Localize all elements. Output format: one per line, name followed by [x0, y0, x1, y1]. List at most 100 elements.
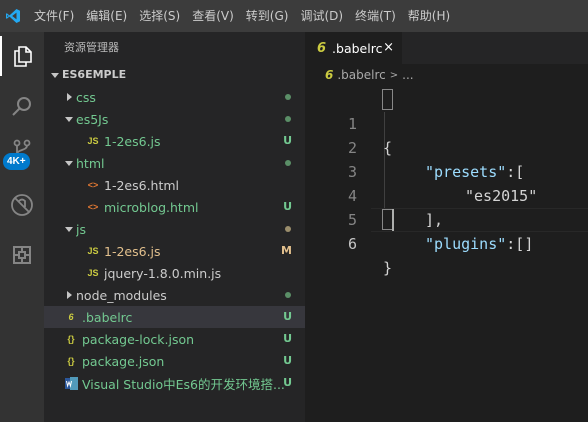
search-icon[interactable] [0, 86, 44, 126]
git-status-badge: U [283, 134, 292, 147]
menu-go[interactable]: 转到(G) [240, 0, 295, 32]
code-line: 3 "es2015" [305, 136, 588, 205]
babel-file-icon: 6 [325, 68, 334, 82]
folder-status-dot [285, 160, 291, 166]
tree-item-label: microblog.html [104, 199, 199, 215]
workspace-section-header[interactable]: ES6EMPLE [44, 64, 305, 86]
explorer-sidebar: 资源管理器 ES6EMPLE css es5Js JS 1-2es6.js Uhtml <… [44, 32, 305, 422]
explorer-icon[interactable] [0, 36, 44, 76]
git-status-badge: U [283, 200, 292, 213]
menu-bar: 文件(F) 编辑(E) 选择(S) 查看(V) 转到(G) 调试(D) 终端(T… [0, 0, 588, 32]
activity-bar: 4K+ [0, 32, 44, 422]
code-line: 5 "plugins":[] [305, 184, 588, 253]
git-status-badge: U [283, 376, 292, 389]
tree-item[interactable]: JS jquery-1.8.0.min.js [44, 262, 305, 284]
tree-item-label: node_modules [76, 287, 167, 303]
line-number: 6 [347, 235, 357, 253]
json-file-icon: {} [67, 356, 75, 366]
tree-item[interactable]: js [44, 218, 305, 240]
folder-status-dot [285, 292, 291, 298]
tree-item-label: js [76, 221, 86, 237]
tab-label: .babelrc [332, 40, 383, 56]
code-editor[interactable]: 1 { 2 "presets":[ 3 "es2015" 4 ], 5 "plu… [305, 88, 588, 422]
json-key: "plugins" [425, 235, 507, 253]
text-cursor [392, 209, 394, 231]
code-line: 2 "presets":[ [305, 112, 588, 181]
tree-item[interactable]: Visual Studio中Es6的开发环境搭... U [44, 372, 305, 394]
git-status-badge: M [281, 244, 292, 257]
file-tree: css es5Js JS 1-2es6.js Uhtml <> 1-2es6.html <> m… [44, 86, 305, 394]
js-file-icon: JS [87, 268, 99, 278]
tree-item-label: .babelrc [82, 309, 133, 325]
git-status-badge: U [283, 332, 292, 345]
js-file-icon: JS [87, 136, 99, 146]
close-icon[interactable]: × [383, 32, 394, 64]
babel-file-icon: 6 [68, 312, 74, 322]
tree-item-label: es5Js [76, 111, 109, 127]
chevron-right-icon [62, 291, 76, 299]
debug-icon[interactable] [0, 185, 44, 225]
workspace-name: ES6EMPLE [62, 68, 127, 81]
tree-item[interactable]: <> 1-2es6.html [44, 174, 305, 196]
code-line: 4 ], [305, 160, 588, 229]
chevron-down-icon [62, 159, 76, 167]
chevron-down-icon [62, 225, 76, 233]
breadcrumb: 6 .babelrc > ... [305, 64, 588, 86]
html-file-icon: <> [87, 180, 99, 190]
tree-item-label: html [76, 155, 105, 171]
code-text: "plugins":[] [425, 232, 533, 256]
babel-file-icon: 6 [317, 40, 327, 56]
tree-item[interactable]: 6 .babelrc U [44, 306, 305, 328]
chevron-right-icon: > [389, 69, 399, 81]
code-line: 1 { [305, 88, 588, 157]
tree-item-label: css [76, 89, 96, 105]
tree-item-label: package.json [82, 353, 165, 369]
folder-status-dot [285, 94, 291, 100]
folder-status-dot [285, 116, 291, 122]
git-status-badge: U [283, 354, 292, 367]
json-punct: :[] [506, 235, 534, 253]
tree-item-label: jquery-1.8.0.min.js [104, 265, 222, 281]
tree-item[interactable]: JS 1-2es6.js U [44, 130, 305, 152]
tree-item[interactable]: css [44, 86, 305, 108]
vscode-logo-icon [0, 0, 26, 32]
sidebar-title: 资源管理器 [64, 41, 119, 54]
tree-item[interactable]: es5Js [44, 108, 305, 130]
tree-item-label: 1-2es6.html [104, 177, 180, 193]
tree-item[interactable]: <> microblog.html U [44, 196, 305, 218]
chevron-down-icon [62, 115, 76, 123]
tree-item[interactable]: html [44, 152, 305, 174]
chevron-down-icon [48, 71, 62, 79]
tree-item-label: 1-2es6.js [104, 243, 161, 259]
tab-babelrc[interactable]: 6 .babelrc × [305, 32, 402, 64]
extensions-icon[interactable] [0, 235, 44, 275]
git-status-badge: U [283, 310, 292, 323]
menu-file[interactable]: 文件(F) [26, 0, 80, 32]
tree-item-label: Visual Studio中Es6的开发环境搭... [82, 376, 285, 392]
menu-terminal[interactable]: 终端(T) [349, 0, 402, 32]
bracket-match-highlight [382, 89, 393, 110]
tree-item[interactable]: {} package.json U [44, 350, 305, 372]
html-file-icon: <> [87, 202, 99, 212]
source-control-badge: 4K+ [3, 153, 30, 170]
tree-item[interactable]: node_modules [44, 284, 305, 306]
chevron-right-icon [62, 93, 76, 101]
js-file-icon: JS [87, 246, 99, 256]
json-file-icon: {} [67, 334, 75, 344]
folder-status-dot [285, 226, 291, 232]
tree-item[interactable]: JS 1-2es6.js M [44, 240, 305, 262]
code-line: 6 } [305, 208, 588, 277]
menu-selection[interactable]: 选择(S) [133, 0, 186, 32]
menu-help[interactable]: 帮助(H) [402, 0, 456, 32]
menu-edit[interactable]: 编辑(E) [80, 0, 133, 32]
tree-item-label: 1-2es6.js [104, 133, 161, 149]
word-document-icon [62, 376, 80, 390]
editor-tabs: 6 .babelrc × [305, 32, 588, 64]
tree-item-label: package-lock.json [82, 331, 195, 347]
tree-item[interactable]: {} package-lock.json U [44, 328, 305, 350]
breadcrumb-file[interactable]: .babelrc [337, 68, 385, 82]
menu-view[interactable]: 查看(V) [186, 0, 240, 32]
breadcrumb-more[interactable]: ... [402, 68, 413, 82]
menu-debug[interactable]: 调试(D) [294, 0, 349, 32]
code-text: } [383, 259, 393, 277]
